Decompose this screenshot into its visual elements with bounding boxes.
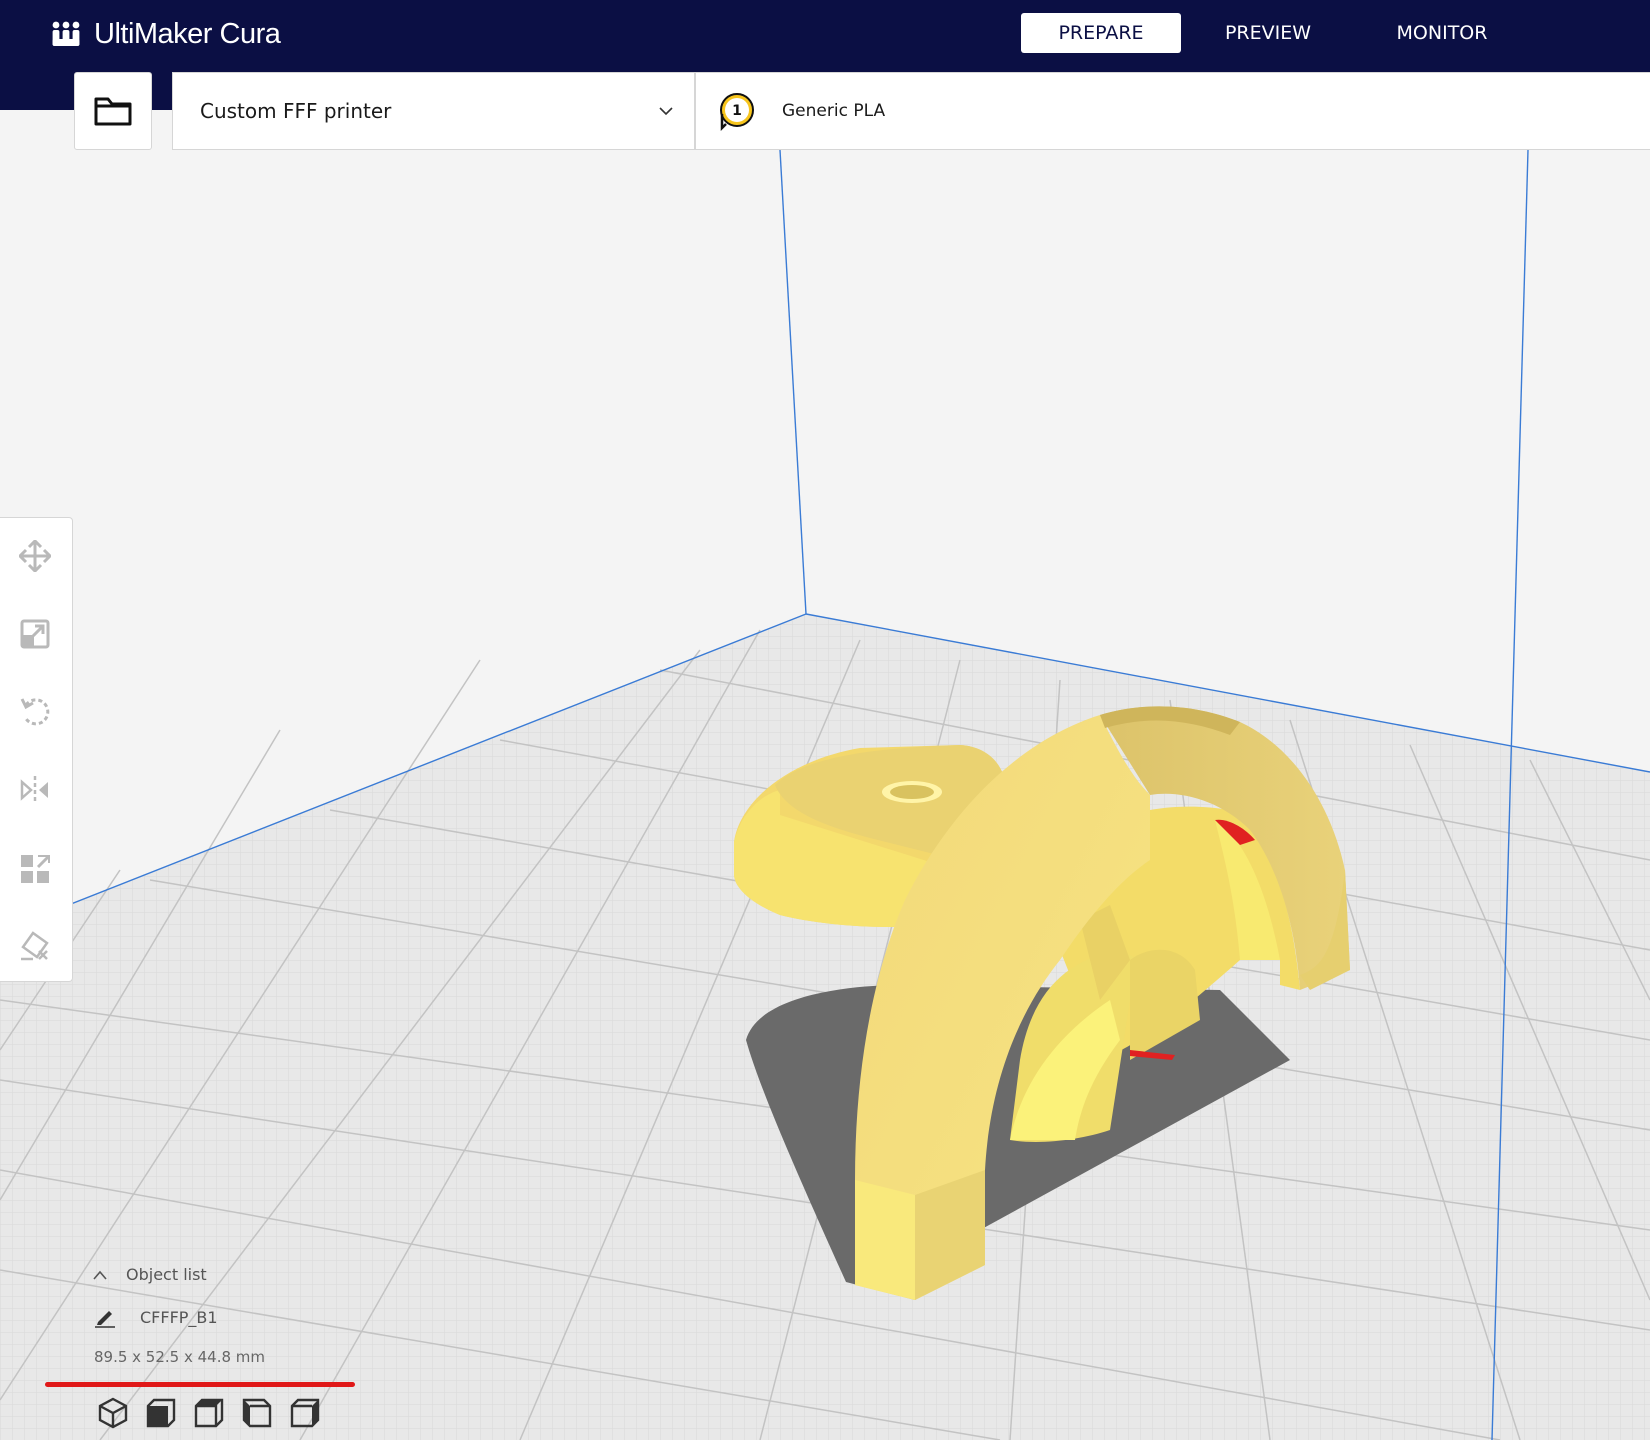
build-plate-viewport[interactable] [0,0,1650,1440]
per-model-settings-tool[interactable] [16,850,54,888]
open-file-button[interactable] [74,72,152,150]
folder-icon [94,97,132,126]
material-selector[interactable]: 1 Generic PLA [695,72,1650,150]
tool-panel [0,517,73,982]
pencil-icon [95,1311,115,1328]
ultimaker-logo-icon [52,21,80,46]
scale-icon [20,619,50,649]
cube-front-icon[interactable] [144,1396,178,1430]
chevron-down-icon [659,107,673,116]
cube-left-icon[interactable] [240,1396,274,1430]
extruder-number: 1 [732,103,742,119]
rotate-tool[interactable] [16,692,54,730]
object-name: CFFFP_B1 [140,1307,218,1327]
extruder-icon: 1 [720,93,754,132]
red-annotation-line [45,1382,355,1387]
mirror-icon [20,776,48,804]
app-logo: UltiMaker Cura [50,16,281,52]
printer-name: Custom FFF printer [200,99,392,123]
tab-preview[interactable]: PREVIEW [1193,13,1343,53]
object-list-toggle[interactable]: Object list [92,1265,207,1284]
object-list-label: Object list [126,1265,207,1284]
stage-tabs: PREPARE PREVIEW MONITOR [1021,13,1517,53]
extruder-badge: 1 [718,92,756,132]
tab-prepare[interactable]: PREPARE [1021,13,1181,53]
support-blocker-icon [21,931,49,961]
cube-top-icon[interactable] [192,1396,226,1430]
app-title: UltiMaker Cura [94,17,281,50]
object-dimensions: 89.5 x 52.5 x 44.8 mm [94,1348,266,1366]
scale-tool[interactable] [16,615,54,653]
cube-3d-icon[interactable] [96,1396,130,1430]
object-list-panel: Object list CFFFP_B1 89.5 x 52.5 x 44.8 … [0,1240,400,1440]
printer-selector[interactable]: Custom FFF printer [172,72,695,150]
object-name-row[interactable]: CFFFP_B1 [94,1306,218,1328]
mirror-tool[interactable] [16,771,54,809]
support-blocker-tool[interactable] [16,926,54,964]
tab-monitor[interactable]: MONITOR [1367,13,1517,53]
move-icon [19,540,51,572]
cube-right-icon[interactable] [288,1396,322,1430]
per-model-settings-icon [21,854,51,883]
material-name: Generic PLA [782,101,886,121]
camera-view-buttons [96,1396,336,1430]
chevron-up-icon [93,1270,107,1280]
move-tool[interactable] [16,537,54,575]
rotate-icon [20,698,50,726]
